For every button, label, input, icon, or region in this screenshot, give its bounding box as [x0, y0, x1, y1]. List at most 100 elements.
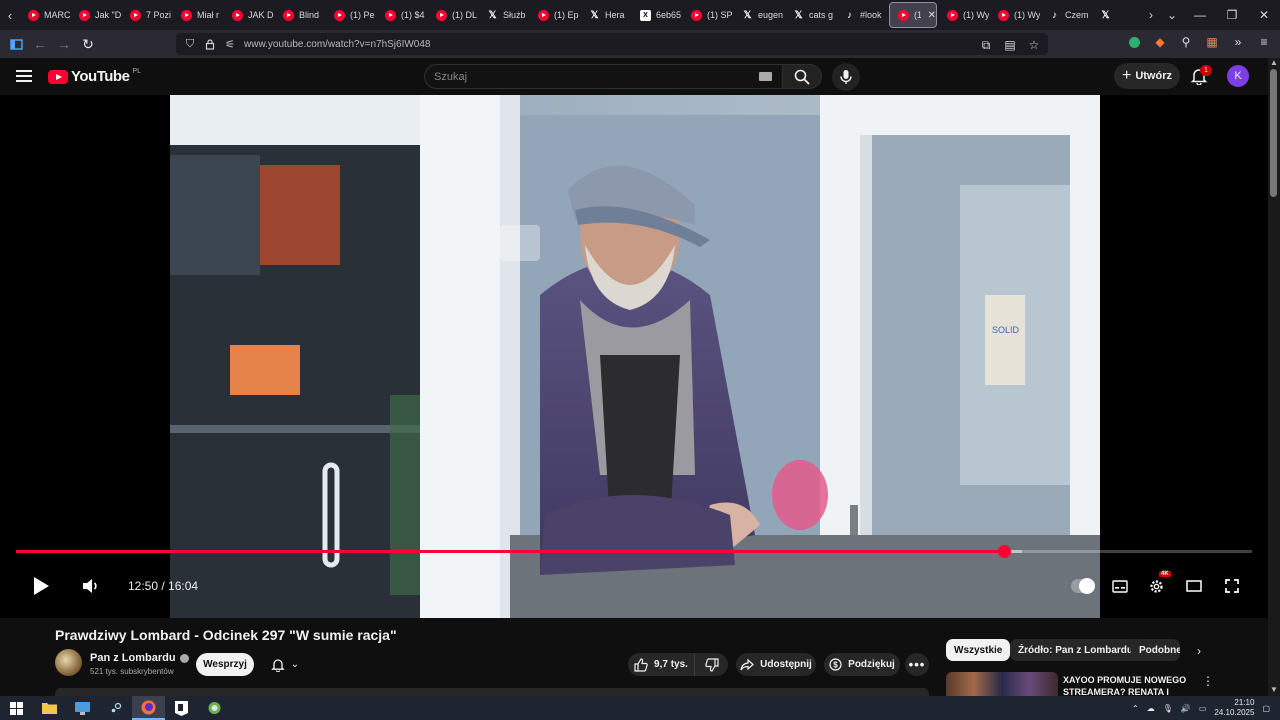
- tab-scroll-right-icon[interactable]: ›: [1149, 8, 1153, 22]
- close-tab-icon[interactable]: ✕: [928, 10, 936, 21]
- file-explorer-icon[interactable]: [33, 696, 66, 720]
- like-button[interactable]: 9,7 tys.: [628, 653, 694, 676]
- sidebar-toggle-icon[interactable]: [4, 32, 28, 56]
- clock[interactable]: 21:10 24.10.2025: [1214, 698, 1254, 718]
- create-button[interactable]: + Utwórz: [1114, 63, 1180, 89]
- vpn-extension-icon[interactable]: [1126, 34, 1142, 50]
- browser-tab[interactable]: (1) ✕: [889, 2, 937, 28]
- chip-similar[interactable]: Podobne: [1131, 639, 1180, 661]
- chips-next-icon[interactable]: ›: [1190, 641, 1208, 661]
- browser-tab[interactable]: ♪ #look: [836, 2, 887, 28]
- browser-tab[interactable]: (1) Pe: [326, 2, 377, 28]
- channel-avatar[interactable]: [55, 649, 82, 676]
- browser-tab[interactable]: (1) Wy: [939, 2, 990, 28]
- chip-all[interactable]: Wszystkie: [946, 639, 1011, 661]
- theater-mode-button[interactable]: [1182, 573, 1206, 599]
- browser-tab[interactable]: ♪ Czem: [1041, 2, 1092, 28]
- support-button[interactable]: Wesprzyj: [196, 653, 254, 676]
- epic-games-icon[interactable]: [165, 696, 198, 720]
- share-button[interactable]: Udostępnij: [736, 653, 816, 676]
- channel-name[interactable]: Pan z Lombardu: [90, 652, 176, 664]
- play-button[interactable]: [28, 573, 54, 599]
- browser-tab[interactable]: (1) Wy: [990, 2, 1041, 28]
- steam-icon[interactable]: [99, 696, 132, 720]
- remote-desktop-icon[interactable]: [66, 696, 99, 720]
- reload-icon[interactable]: ↻: [76, 32, 100, 56]
- notifications-center-icon[interactable]: ▢: [1262, 704, 1270, 713]
- voice-search-button[interactable]: [832, 63, 860, 91]
- recommendation-thumbnail[interactable]: [946, 672, 1058, 696]
- scroll-down-icon[interactable]: ▼: [1270, 685, 1278, 694]
- video-player[interactable]: SOLID 12:50 / 16:04 4K: [0, 95, 1268, 618]
- extensions-puzzle-icon[interactable]: ⚲: [1178, 34, 1194, 50]
- youtube-logo[interactable]: YouTube PL: [48, 68, 141, 85]
- search-input[interactable]: Szukaj: [424, 64, 783, 89]
- url-bar[interactable]: ⛉ ⚟ www.youtube.com/watch?v=n7hSj6IW048 …: [176, 33, 1048, 55]
- permissions-icon[interactable]: ⚟: [224, 38, 236, 51]
- container-extension-icon[interactable]: ▦: [1204, 34, 1220, 50]
- account-avatar[interactable]: K: [1227, 65, 1249, 87]
- channel-link[interactable]: Pan z Lombardu: [90, 652, 189, 664]
- back-icon[interactable]: ←: [28, 32, 52, 56]
- browser-tab[interactable]: (1) SP: [683, 2, 734, 28]
- forward-icon[interactable]: →: [52, 32, 76, 56]
- onedrive-icon[interactable]: ☁: [1147, 704, 1155, 713]
- picture-in-picture-icon[interactable]: ⧉: [978, 37, 994, 53]
- browser-tab[interactable]: JAK D: [224, 2, 275, 28]
- firefox-icon[interactable]: [132, 696, 165, 720]
- autoplay-toggle[interactable]: [1071, 578, 1095, 594]
- lock-icon[interactable]: [204, 38, 216, 50]
- browser-tab[interactable]: (1) $4: [377, 2, 428, 28]
- subscription-bell-button[interactable]: ⌄: [262, 653, 308, 676]
- browser-tab[interactable]: MARC: [20, 2, 71, 28]
- shield-icon[interactable]: ⛉: [184, 38, 196, 50]
- scroll-up-icon[interactable]: ▲: [1270, 58, 1278, 67]
- recommendation-title[interactable]: XAYOO PROMUJE NOWEGO STREAMERA? RENATA I: [1063, 674, 1193, 696]
- thanks-button[interactable]: $ Podziękuj: [824, 653, 900, 676]
- browser-tab[interactable]: Jak "D: [71, 2, 122, 28]
- fullscreen-button[interactable]: [1220, 573, 1244, 599]
- keyboard-icon[interactable]: [759, 72, 772, 81]
- speaker-icon[interactable]: 🔊: [1181, 704, 1191, 713]
- fox-extension-icon[interactable]: ◆: [1152, 34, 1168, 50]
- scrubber-handle[interactable]: [997, 545, 1011, 558]
- app-menu-icon[interactable]: ≡: [1256, 34, 1272, 50]
- tab-scroll-left-icon[interactable]: ‹: [0, 0, 20, 30]
- network-icon[interactable]: ▭: [1199, 704, 1207, 713]
- video-frame[interactable]: SOLID: [170, 95, 1100, 618]
- search-button[interactable]: [782, 64, 822, 89]
- browser-tab[interactable]: 7 Pozi: [122, 2, 173, 28]
- description-box[interactable]: [55, 688, 929, 696]
- more-actions-button[interactable]: •••: [905, 653, 929, 676]
- microphone-tray-icon[interactable]: 🎙: [1163, 704, 1173, 713]
- tray-overflow-icon[interactable]: ⌃: [1132, 704, 1139, 713]
- browser-tab[interactable]: 𝕏cats g: [785, 2, 836, 28]
- url-text[interactable]: www.youtube.com/watch?v=n7hSj6IW048: [244, 39, 431, 50]
- close-window-icon[interactable]: ✕: [1248, 0, 1280, 30]
- minimize-icon[interactable]: —: [1184, 0, 1216, 30]
- overflow-menu-icon[interactable]: »: [1230, 34, 1246, 50]
- page-scrollbar[interactable]: ▲ ▼: [1268, 58, 1280, 696]
- browser-tab[interactable]: Blind: [275, 2, 326, 28]
- bookmark-star-icon[interactable]: ☆: [1026, 37, 1042, 53]
- browser-tab[interactable]: Miał r: [173, 2, 224, 28]
- progress-bar[interactable]: [16, 545, 1252, 558]
- browser-tab[interactable]: (1) DL: [428, 2, 479, 28]
- recommendation-menu-icon[interactable]: ⋮: [1202, 674, 1214, 688]
- list-all-tabs-icon[interactable]: ⌄: [1167, 8, 1177, 22]
- browser-tab[interactable]: (1) Ep: [530, 2, 581, 28]
- app-icon[interactable]: [198, 696, 231, 720]
- subtitles-button[interactable]: [1108, 573, 1132, 599]
- restore-icon[interactable]: ❐: [1216, 0, 1248, 30]
- browser-tab[interactable]: 𝕏: [1092, 2, 1143, 28]
- windows-start-icon[interactable]: [0, 696, 33, 720]
- volume-button[interactable]: [78, 573, 104, 599]
- chip-source[interactable]: Źródło: Pan z Lombardu: [1010, 639, 1141, 661]
- browser-tab[interactable]: 𝕏 Służb: [479, 2, 530, 28]
- browser-tab[interactable]: X 6eb65: [632, 2, 683, 28]
- browser-tab[interactable]: 𝕏eugen: [734, 2, 785, 28]
- reader-view-icon[interactable]: ▤: [1002, 37, 1018, 53]
- dislike-button[interactable]: [694, 653, 728, 676]
- browser-tab[interactable]: 𝕏 Hera: [581, 2, 632, 28]
- hamburger-menu-icon[interactable]: [16, 69, 32, 88]
